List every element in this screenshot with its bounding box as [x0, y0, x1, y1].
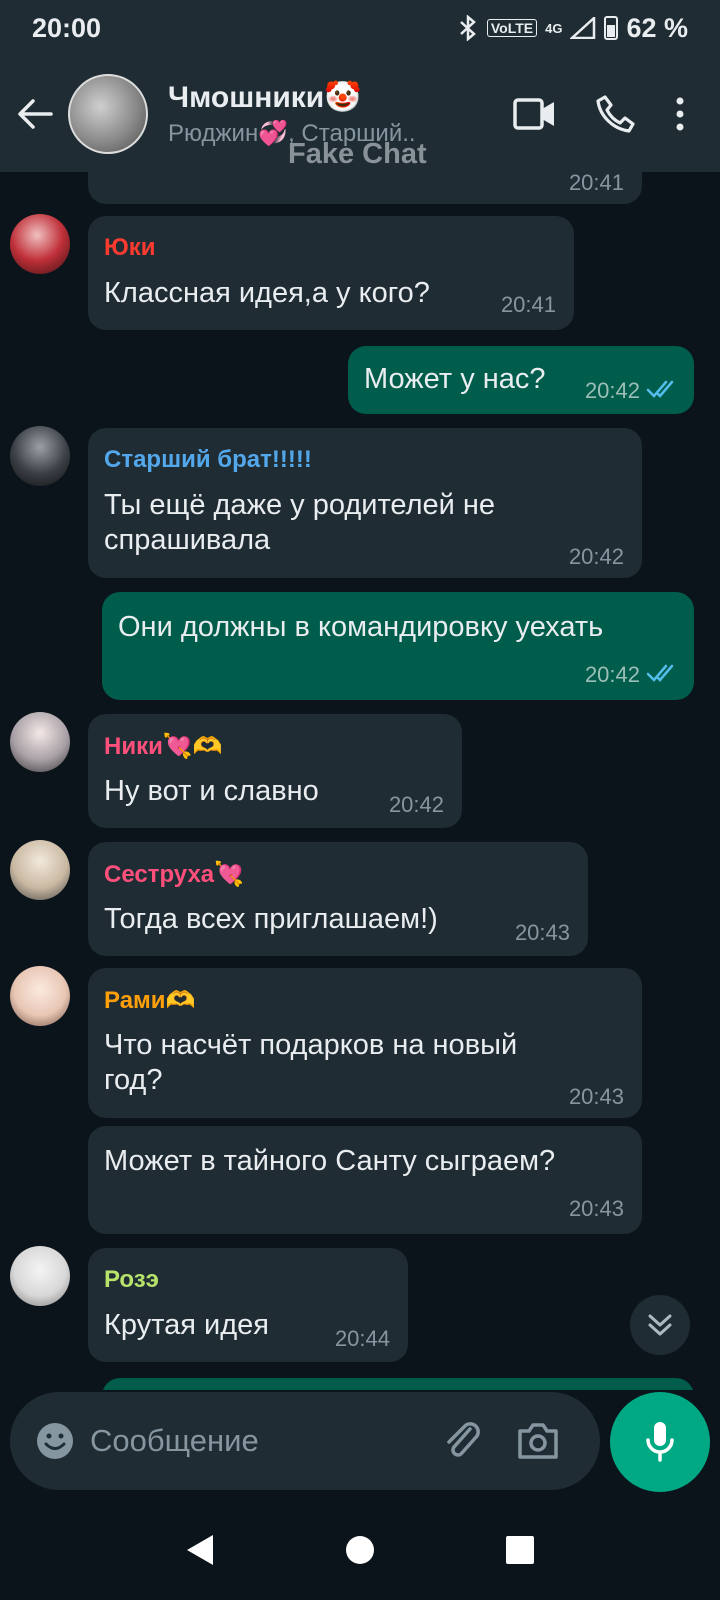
message-time: 20:41 — [500, 292, 556, 317]
message-time: 20:44 — [334, 1326, 390, 1351]
volte-badge: VoLTE — [486, 19, 538, 37]
camera-icon[interactable] — [516, 1421, 560, 1461]
nav-recents-icon[interactable] — [505, 1535, 535, 1565]
sender-name: Старший брат!!!!! — [104, 446, 312, 473]
message-bubble[interactable]: Ники💘🫶 Ну вот и славно 20:42 — [88, 714, 462, 828]
message-text: Ты ещё даже у родителей не спрашивала — [104, 489, 496, 556]
message-time: 20:43 — [568, 1084, 624, 1109]
status-time: 20:00 — [32, 12, 102, 43]
paperclip-icon[interactable] — [440, 1419, 484, 1463]
bluetooth-icon — [459, 15, 476, 41]
emoji-icon[interactable] — [34, 1420, 76, 1462]
message-bubble[interactable]: Может у нас? 20:42 — [348, 346, 694, 414]
sender-name: Ники💘🫶 — [104, 733, 223, 760]
message-text: Может у нас? — [364, 363, 546, 395]
microphone-icon — [646, 1422, 674, 1462]
video-camera-icon — [513, 98, 554, 130]
message-bubble[interactable] — [102, 1378, 694, 1390]
arrow-left-icon — [18, 99, 53, 129]
message-bubble[interactable]: Сеструха💘 Тогда всех приглашаем!) 20:43 — [88, 842, 588, 956]
message-time: 20:42 — [584, 378, 640, 403]
phone-icon — [596, 95, 635, 133]
scroll-to-bottom-button[interactable] — [630, 1295, 690, 1355]
signal-icon — [570, 17, 596, 39]
voice-message-button[interactable] — [610, 1392, 710, 1492]
double-check-icon — [646, 380, 674, 398]
avatar[interactable] — [10, 426, 70, 486]
watermark: Fake Chat — [288, 138, 427, 170]
message-text: Они должны в командировку уехать — [118, 611, 604, 643]
group-name: Чмошники🤡 — [168, 81, 362, 114]
avatar[interactable] — [10, 840, 70, 900]
message-time: 20:43 — [514, 920, 570, 945]
message-time: 20:42 — [584, 662, 640, 687]
nav-home-icon[interactable] — [345, 1535, 375, 1565]
avatar[interactable] — [10, 966, 70, 1026]
message-text: Что насчёт подарков на новый год? — [104, 1029, 518, 1096]
sender-name: Рами🫶 — [104, 987, 196, 1014]
more-options-button[interactable] — [670, 89, 690, 139]
voice-call-button[interactable] — [590, 89, 640, 139]
group-avatar[interactable] — [68, 74, 148, 154]
double-chevron-down-icon — [648, 1314, 672, 1336]
message-text: Ну вот и славно — [104, 775, 319, 807]
message-bubble[interactable]: Юки Классная идея,а у кого? 20:41 — [88, 216, 574, 330]
message-input[interactable]: Сообщение — [90, 1423, 259, 1459]
avatar[interactable] — [10, 214, 70, 274]
back-button[interactable] — [0, 56, 70, 172]
avatar[interactable] — [10, 1246, 70, 1306]
message-text: Может в тайного Санту сыграем? — [104, 1145, 556, 1177]
avatar[interactable] — [10, 712, 70, 772]
more-vertical-icon — [676, 97, 684, 131]
sender-name: Сеструха💘 — [104, 861, 245, 888]
nav-back-icon[interactable] — [185, 1533, 215, 1567]
message-bubble[interactable]: 20:41 — [88, 172, 642, 204]
battery-percent: 62 % — [626, 12, 688, 43]
double-check-icon — [646, 664, 674, 682]
sender-name: Юки — [104, 234, 156, 261]
status-bar: 20:00 VoLTE 4G 62 % — [0, 0, 720, 56]
sender-name: Розэ — [104, 1266, 159, 1293]
status-icons: VoLTE 4G 62 % — [457, 13, 688, 44]
message-bubble[interactable]: Может в тайного Санту сыграем? 20:43 — [88, 1126, 642, 1234]
message-composer: Сообщение — [10, 1392, 600, 1490]
message-bubble[interactable]: Рами🫶 Что насчёт подарков на новый год? … — [88, 968, 642, 1118]
message-time: 20:42 — [388, 792, 444, 817]
message-text: Тогда всех приглашаем!) — [104, 903, 438, 935]
message-text: Классная идея,а у кого? — [104, 277, 430, 309]
message-time: 20:43 — [568, 1196, 624, 1221]
message-text: Крутая идея — [104, 1309, 269, 1341]
message-list[interactable]: 20:41 Юки Классная идея,а у кого? 20:41 … — [0, 172, 720, 1390]
message-bubble[interactable]: Старший брат!!!!! Ты ещё даже у родителе… — [88, 428, 642, 578]
system-nav-bar — [0, 1500, 720, 1600]
battery-icon — [604, 16, 619, 40]
video-call-button[interactable] — [510, 89, 560, 139]
network-label: 4G — [545, 20, 563, 36]
message-time: 20:41 — [568, 172, 624, 195]
message-bubble[interactable]: Они должны в командировку уехать 20:42 — [102, 592, 694, 700]
message-time: 20:42 — [568, 544, 624, 569]
message-bubble[interactable]: Розэ Крутая идея 20:44 — [88, 1248, 408, 1362]
